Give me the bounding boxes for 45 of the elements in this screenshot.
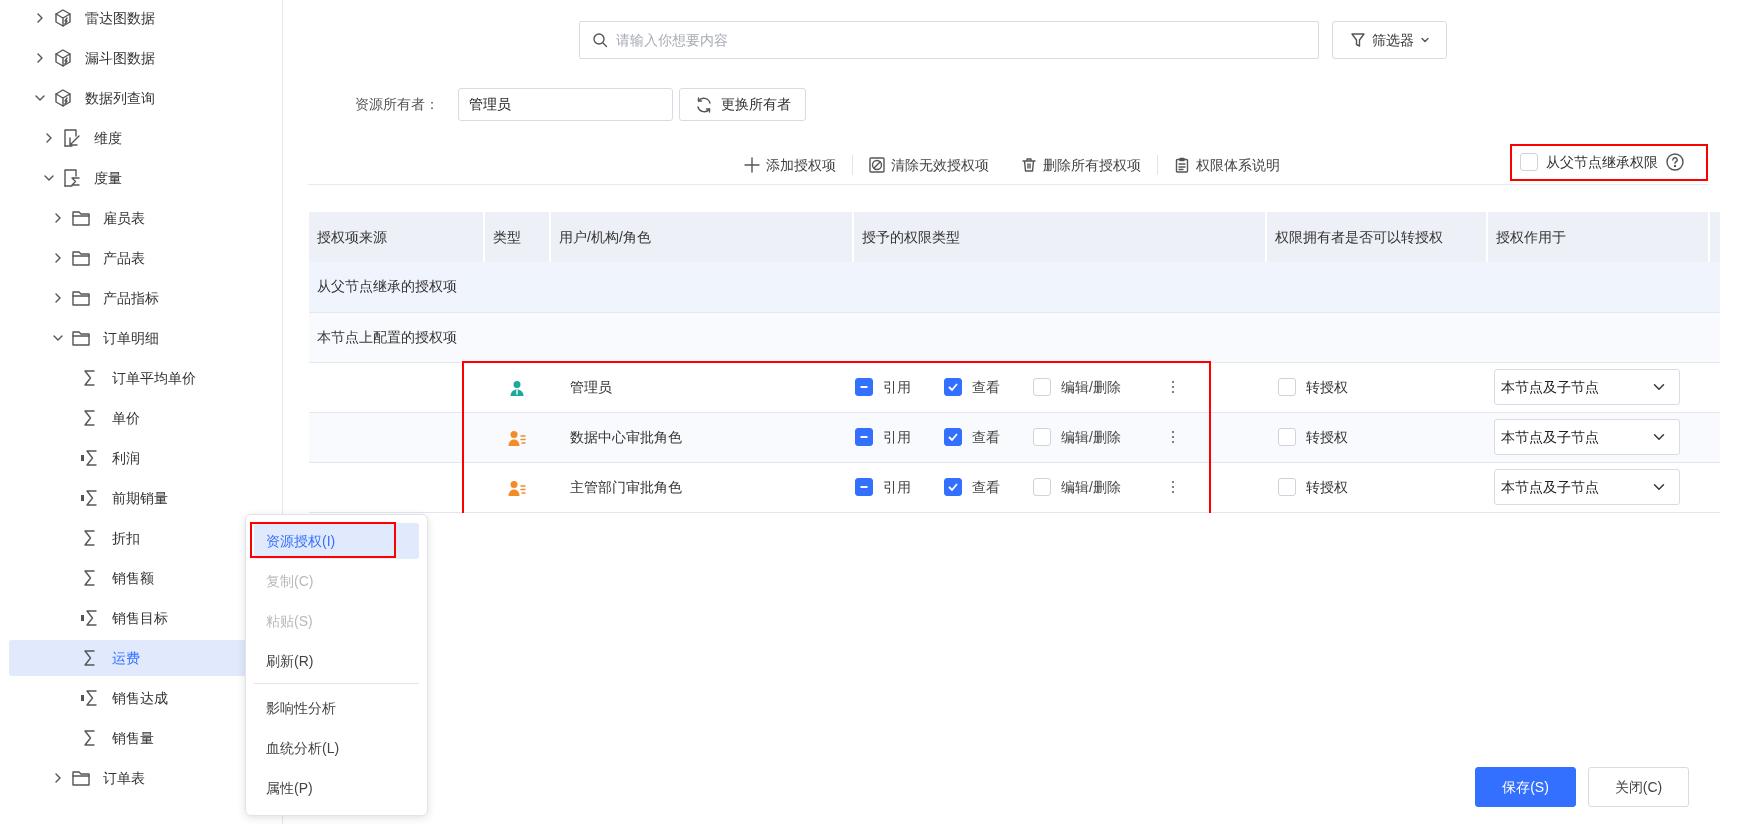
tree-label: 产品指标	[103, 288, 159, 308]
tree-label: 订单明细	[103, 328, 159, 348]
owner-label: 资源所有者：	[355, 95, 440, 114]
tree-label: 产品表	[103, 248, 145, 268]
column-header: 授权项来源	[309, 212, 484, 262]
column-header: 授予的权限类型	[853, 212, 1266, 262]
tree-label: 运费	[112, 648, 140, 668]
checkbox-label: 编辑/删除	[1061, 477, 1121, 497]
tree-label: 雷达图数据	[85, 8, 155, 28]
checkbox-label: 引用	[883, 377, 911, 397]
checkbox-label: 查看	[972, 427, 1000, 447]
checkbox-label: 查看	[972, 377, 1000, 397]
tree-label: 漏斗图数据	[85, 48, 155, 68]
checkbox-label: 引用	[883, 427, 911, 447]
tree-label: 前期销量	[112, 488, 168, 508]
tree-label: 折扣	[112, 528, 140, 548]
tree-label: 订单表	[103, 768, 145, 788]
column-header: 授权作用于	[1487, 212, 1709, 262]
tree-label: 雇员表	[103, 208, 145, 228]
tree-label: 单价	[112, 408, 140, 428]
checkbox-label: 转授权	[1306, 427, 1348, 447]
column-header: 类型	[484, 212, 550, 262]
grantee-name: 数据中心审批角色	[570, 428, 682, 445]
checkbox-label: 转授权	[1306, 377, 1348, 397]
tree-label: 维度	[94, 128, 122, 148]
checkbox-label: 查看	[972, 477, 1000, 497]
tree-label: 利润	[112, 448, 140, 468]
grantee-name: 管理员	[570, 378, 612, 395]
checkbox-label: 转授权	[1306, 477, 1348, 497]
column-header: 权限拥有者是否可以转授权	[1266, 212, 1487, 262]
tree-label: 订单平均单价	[112, 368, 196, 388]
tree-label: 销售目标	[112, 608, 168, 628]
section-header: 本节点上配置的授权项	[309, 312, 1720, 362]
checkbox-label: 编辑/删除	[1061, 427, 1121, 447]
tree-label: 销售量	[112, 728, 154, 748]
column-header: 用户/机构/角色	[550, 212, 853, 262]
tree-label: 度量	[94, 168, 122, 188]
checkbox-label: 引用	[883, 477, 911, 497]
checkbox-label: 从父节点继承权限	[1546, 152, 1658, 172]
tree-label: 销售额	[112, 568, 154, 588]
tree-label: 数据列查询	[85, 88, 155, 108]
checkbox-label: 编辑/删除	[1061, 377, 1121, 397]
tree-label: 销售达成	[112, 688, 168, 708]
section-header: 从父节点继承的授权项	[309, 262, 1720, 312]
grantee-name: 主管部门审批角色	[570, 478, 682, 495]
